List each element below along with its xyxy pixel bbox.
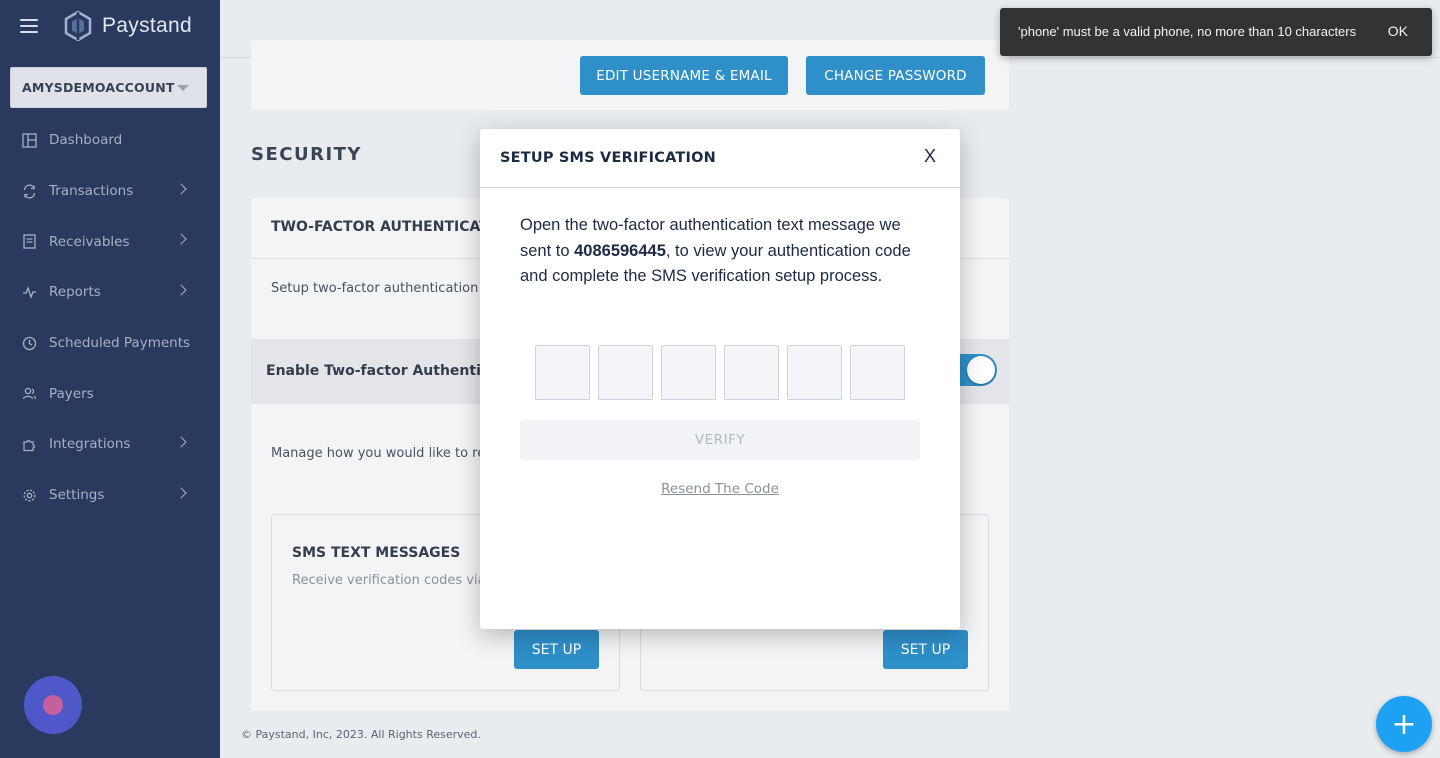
resend-code-link[interactable]: Resend The Code [480, 481, 960, 497]
code-digit-input-3[interactable] [661, 345, 716, 400]
two-factor-description: Setup two-factor authentication to [271, 281, 496, 296]
edit-username-email-label: EDIT USERNAME & EMAIL [596, 67, 772, 84]
sidebar-item-scheduled-payments[interactable]: Scheduled Payments [0, 318, 220, 369]
puzzle-icon [21, 436, 37, 452]
footer-copyright: © Paystand, Inc, 2023. All Rights Reserv… [241, 728, 481, 741]
hamburger-menu-icon[interactable] [20, 19, 38, 33]
brand-logo[interactable]: Paystand [64, 11, 192, 41]
verify-button[interactable]: VERIFY [520, 420, 920, 460]
sidebar-item-integrations[interactable]: Integrations [0, 419, 220, 470]
paystand-logo-icon [64, 11, 92, 41]
sidebar-header: Paystand [0, 0, 220, 52]
sidebar-item-settings[interactable]: Settings [0, 470, 220, 521]
sidebar: Paystand AMYSDEMOACCOUNT Dashboard Trans… [0, 0, 220, 758]
modal-message: Open the two-factor authentication text … [520, 213, 920, 290]
manage-methods-text: Manage how you would like to rece [271, 446, 501, 461]
code-digit-input-1[interactable] [535, 345, 590, 400]
phone-number: 4086596445 [574, 241, 666, 260]
chevron-right-icon [175, 233, 187, 246]
error-toast: 'phone' must be a valid phone, no more t… [1000, 8, 1432, 56]
receivables-icon [21, 234, 37, 250]
chevron-right-icon [175, 183, 187, 195]
verify-button-label: VERIFY [694, 432, 746, 448]
brand-name: Paystand [102, 14, 192, 37]
edit-username-email-button[interactable]: EDIT USERNAME & EMAIL [580, 56, 788, 95]
sidebar-item-label: Reports [49, 284, 101, 301]
sidebar-item-label: Receivables [49, 233, 130, 250]
reports-icon [21, 284, 37, 300]
toggle-knob [967, 356, 995, 384]
sidebar-item-label: Integrations [49, 436, 131, 453]
sidebar-item-label: Scheduled Payments [49, 335, 191, 352]
sidebar-item-dashboard[interactable]: Dashboard [0, 115, 220, 166]
sms-verification-modal: SETUP SMS VERIFICATION X Open the two-fa… [480, 129, 960, 629]
clock-icon [21, 335, 37, 351]
sidebar-item-label: Settings [49, 487, 105, 504]
second-setup-button[interactable]: SET UP [883, 630, 968, 669]
account-name: AMYSDEMOACCOUNT [22, 80, 175, 95]
change-password-label: CHANGE PASSWORD [824, 67, 967, 84]
chevron-right-icon [175, 284, 187, 296]
modal-header: SETUP SMS VERIFICATION X [480, 129, 960, 188]
gear-icon [21, 487, 37, 503]
sidebar-item-label: Dashboard [49, 132, 123, 149]
change-password-button[interactable]: CHANGE PASSWORD [806, 56, 985, 95]
sidebar-item-label: Payers [49, 385, 94, 402]
sms-option-description: Receive verification codes via t [292, 573, 495, 588]
code-digit-input-5[interactable] [787, 345, 842, 400]
code-digit-input-6[interactable] [850, 345, 905, 400]
transactions-icon [21, 183, 37, 199]
sidebar-item-label: Transactions [49, 183, 134, 200]
sms-setup-button[interactable]: SET UP [514, 630, 599, 669]
sidebar-item-reports[interactable]: Reports [0, 267, 220, 318]
code-input-row [535, 345, 905, 400]
close-icon[interactable]: X [924, 146, 936, 167]
setup-button-label: SET UP [900, 641, 951, 658]
add-button[interactable]: + [1376, 696, 1432, 752]
chat-dot-icon [43, 695, 63, 715]
toast-message: 'phone' must be a valid phone, no more t… [1018, 24, 1357, 39]
sms-option-title: SMS TEXT MESSAGES [292, 545, 461, 561]
account-selector[interactable]: AMYSDEMOACCOUNT [10, 67, 207, 108]
modal-title: SETUP SMS VERIFICATION [500, 150, 716, 166]
caret-down-icon [177, 85, 189, 91]
two-factor-card-title: TWO-FACTOR AUTHENTICATIO [271, 219, 506, 235]
chevron-right-icon [175, 487, 187, 499]
code-digit-input-4[interactable] [724, 345, 779, 400]
plus-icon: + [1391, 706, 1417, 742]
sidebar-item-payers[interactable]: Payers [0, 368, 220, 419]
dashboard-icon [21, 132, 37, 148]
users-icon [21, 386, 37, 402]
sidebar-item-transactions[interactable]: Transactions [0, 166, 220, 217]
sidebar-nav: Dashboard Transactions Receivables Repor… [0, 115, 220, 521]
section-title-security: SECURITY [251, 144, 362, 165]
toast-ok-button[interactable]: OK [1388, 23, 1408, 39]
sidebar-item-receivables[interactable]: Receivables [0, 216, 220, 267]
setup-button-label: SET UP [531, 641, 582, 658]
chevron-right-icon [175, 436, 187, 448]
code-digit-input-2[interactable] [598, 345, 653, 400]
help-chat-button[interactable] [24, 676, 82, 734]
account-card: EDIT USERNAME & EMAIL CHANGE PASSWORD [251, 40, 1009, 110]
